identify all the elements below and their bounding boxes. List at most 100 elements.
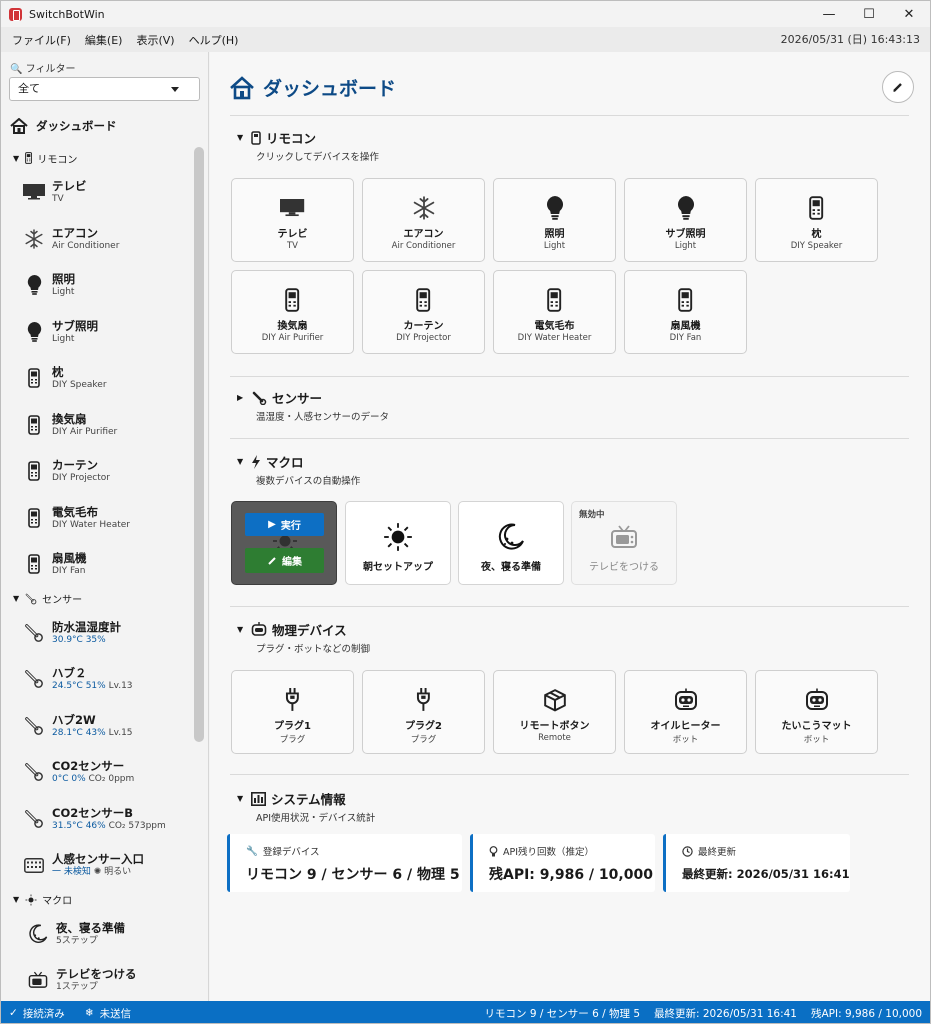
section-macro-header[interactable]: ▼ マクロ: [237, 452, 304, 471]
sidebar-section-sensor[interactable]: ▼ センサー: [1, 588, 192, 610]
macro-card-selected[interactable]: ▶ 実行 編集: [231, 501, 337, 585]
filter-select[interactable]: 全て: [9, 77, 200, 101]
sidebar-item-remote[interactable]: カーテン DIY Projector: [1, 448, 192, 495]
macro-edit-button[interactable]: 編集: [245, 548, 324, 573]
sidebar-section-remote[interactable]: ▼ リモコン: [1, 147, 192, 169]
sensor-extra: CO₂ 0ppm: [88, 774, 135, 785]
device-card-name: プラグ2: [405, 721, 442, 732]
macro-run-button[interactable]: ▶ 実行: [245, 513, 324, 536]
sidebar-item-remote[interactable]: 電気毛布 DIY Water Heater: [1, 495, 192, 542]
menu-help[interactable]: ヘルプ(H): [182, 32, 246, 48]
maximize-button[interactable]: ☐: [849, 1, 889, 27]
device-card[interactable]: オイルヒーター ボット: [624, 670, 747, 754]
macro-card-night[interactable]: 夜、寝る準備: [458, 501, 564, 585]
sidebar-item-remote[interactable]: 扇風機 DIY Fan: [1, 541, 192, 588]
sidebar-item-name: 人感センサー入口: [52, 852, 144, 867]
remote-card[interactable]: 枕 DIY Speaker: [755, 178, 878, 262]
close-button[interactable]: ✕: [889, 1, 929, 27]
sidebar-item-name: 夜、寝る準備: [56, 920, 125, 935]
sidebar-item-sensor[interactable]: CO2センサー 0°C 0% CO₂ 0ppm: [1, 749, 192, 796]
remote-card[interactable]: 扇風機 DIY Fan: [624, 270, 747, 354]
remote-card[interactable]: テレビ TV: [231, 178, 354, 262]
menu-file[interactable]: ファイル(F): [5, 32, 78, 48]
sidebar-item-sub: 31.5°C 46% CO₂ 573ppm: [52, 820, 166, 832]
nav-dashboard[interactable]: ダッシュボード: [10, 118, 117, 134]
sidebar-item-macro[interactable]: テレビをつける 1ステップ: [1, 957, 192, 1001]
section-remote-subtitle: クリックしてデバイスを操作: [256, 152, 379, 163]
section-sensor-header[interactable]: ▶ センサー: [237, 388, 322, 407]
sidebar-section-macro[interactable]: ▼ マクロ: [1, 889, 192, 911]
device-card[interactable]: たいこうマット ボット: [755, 670, 878, 754]
sidebar-item-sensor[interactable]: ハブ2W 28.1°C 43% Lv.15: [1, 703, 192, 750]
clock: 2026/05/31 (日) 16:43:13: [780, 33, 920, 46]
sidebar-item-name: テレビ: [52, 179, 87, 194]
check-icon: ✓: [9, 1007, 18, 1019]
remote-card[interactable]: 電気毛布 DIY Water Heater: [493, 270, 616, 354]
sidebar-item-remote[interactable]: サブ照明 Light: [1, 309, 192, 356]
sun-icon: [25, 893, 37, 906]
remote-icon: [23, 461, 45, 482]
status-unsent: 未送信: [99, 1007, 132, 1020]
sidebar-scrollbar[interactable]: [194, 147, 204, 742]
motion-state: 一 未検知: [52, 867, 94, 878]
section-remote-header[interactable]: ▼ リモコン: [237, 128, 316, 147]
sidebar-item-remote[interactable]: 照明 Light: [1, 262, 192, 309]
run-label: 実行: [280, 521, 301, 532]
minimize-button[interactable]: —: [809, 1, 849, 27]
section-system-header[interactable]: ▼ システム情報: [237, 789, 346, 808]
pencil-icon: [268, 556, 276, 565]
bulb-icon: [677, 195, 695, 221]
remote-card[interactable]: カーテン DIY Projector: [362, 270, 485, 354]
thermo-icon: [25, 593, 37, 605]
retro-tv-icon: [610, 522, 638, 552]
device-card[interactable]: プラグ1 プラグ: [231, 670, 354, 754]
sidebar-item-sensor[interactable]: CO2センサーB 31.5°C 46% CO₂ 573ppm: [1, 796, 192, 843]
divider: [230, 606, 909, 607]
sidebar-item-sensor[interactable]: ハブ２ 24.5°C 51% Lv.13: [1, 656, 192, 703]
remote-card[interactable]: 照明 Light: [493, 178, 616, 262]
sidebar-item-remote[interactable]: 枕 DIY Speaker: [1, 355, 192, 402]
edit-dashboard-button[interactable]: [882, 71, 914, 103]
filter-label: 🔍 フィルター: [10, 60, 75, 75]
remote-card-type: Light: [543, 241, 566, 251]
sidebar-item-sub: 一 未検知 ✺ 明るい: [52, 866, 144, 878]
menu-edit[interactable]: 編集(E): [78, 32, 130, 48]
device-card-name: たいこうマット: [781, 721, 852, 732]
sidebar-item-name: 防水温湿度計: [52, 619, 121, 634]
remote-icon: [23, 507, 45, 528]
sidebar-item-remote[interactable]: 換気扇 DIY Air Purifier: [1, 402, 192, 449]
home-icon: [10, 118, 28, 134]
sidebar-item-remote[interactable]: テレビ TV: [1, 169, 192, 216]
remote-icon: [809, 195, 824, 221]
section-sensor-title: センサー: [272, 391, 323, 406]
divider: [230, 774, 909, 775]
macro-card-morning[interactable]: 朝セットアップ: [345, 501, 451, 585]
tv-icon: [280, 195, 305, 221]
device-card[interactable]: リモートボタン Remote: [493, 670, 616, 754]
page-title-text: ダッシュボード: [263, 78, 397, 100]
sidebar-item-motion[interactable]: 人感センサー入口一 未検知 ✺ 明るい: [1, 842, 192, 889]
macro-card-name: 夜、寝る準備: [481, 562, 541, 573]
remote-icon: [23, 414, 45, 435]
sidebar-item-macro[interactable]: 夜、寝る準備 5ステップ: [1, 911, 192, 958]
remote-icon: [547, 287, 562, 313]
section-device-header[interactable]: ▼ 物理デバイス: [237, 620, 347, 639]
remote-card[interactable]: 換気扇 DIY Air Purifier: [231, 270, 354, 354]
menu-view[interactable]: 表示(V): [129, 32, 181, 48]
sidebar-item-sensor[interactable]: 防水温湿度計 30.9°C 35%: [1, 610, 192, 657]
sidebar-item-remote[interactable]: エアコン Air Conditioner: [1, 216, 192, 263]
macro-card-tv-disabled[interactable]: 無効中 テレビをつける: [571, 501, 677, 585]
moon-icon: [497, 522, 525, 552]
stat-label: API残り回数（推定）: [503, 847, 595, 858]
clock-icon: [682, 845, 693, 857]
remote-card[interactable]: サブ照明 Light: [624, 178, 747, 262]
stat-value: 残API: 9,986 / 10,000: [489, 867, 653, 883]
remote-card[interactable]: エアコン Air Conditioner: [362, 178, 485, 262]
device-card[interactable]: プラグ2 プラグ: [362, 670, 485, 754]
thermo-icon: [23, 762, 45, 782]
device-card-type: Remote: [538, 733, 571, 743]
plug-icon: [284, 687, 301, 713]
device-card-name: リモートボタン: [519, 721, 590, 732]
sensor-extra: CO₂ 573ppm: [108, 820, 166, 831]
stat-card-api: API残り回数（推定） 残API: 9,986 / 10,000: [470, 834, 655, 892]
